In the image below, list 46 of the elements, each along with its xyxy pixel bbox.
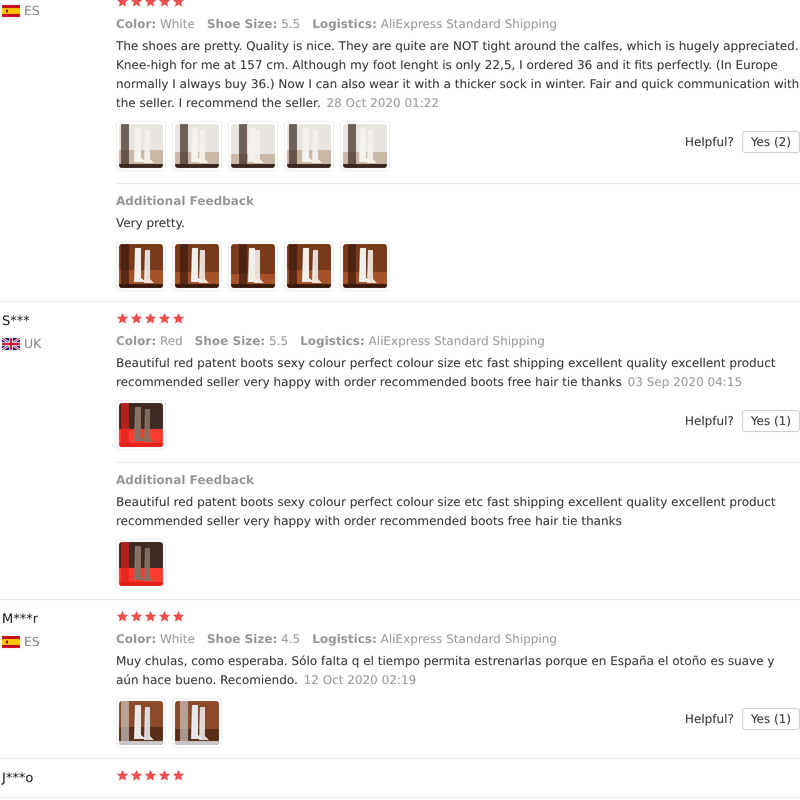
star-icon [158, 312, 171, 325]
star-icon [144, 610, 157, 623]
attribute-text: Logistics: AliExpress Standard Shipping [312, 632, 557, 646]
review-text: Muy chulas, como esperaba. Sólo falta q el tiempo permita estrenarlas porque en España el otoño es suave y aún hace bueno. Recomiendo. 12 Oct 2020 02:19 [116, 653, 776, 689]
flag-icon [2, 338, 20, 350]
section-title: Additional Feedback [116, 473, 255, 487]
helpful-label: Helpful? [684, 135, 734, 149]
helpful-button[interactable]: Yes (1) [742, 708, 800, 730]
review-text: The shoes are pretty. Quality is nice. They are quite are NOT tight around the calfes, which is hugely appreciated. Knee-high for me at 157 cm. Although my foot lenght is only 22,5, I ordered 36 and it fits perfectly. (In Europe normally I always buy 36.) Now I can also wear it with a thicker sock in winter. Fair and quick communication with the seller. I recommend the seller. 28 Oct 2020 01:22 [116, 38, 800, 112]
review-text: Beautiful red patent boots sexy colour perfect colour size etc fast shipping excellent quality excellent product recommended seller very happy with order recommended boots free hair tie thanks 03 Sep 2020 04:15 [116, 355, 777, 391]
attribute-text: Color: White [116, 632, 195, 646]
star-icon [116, 312, 129, 325]
star-icon [158, 769, 171, 782]
star-icon [158, 610, 171, 623]
country-code: ES [24, 634, 40, 649]
attribute-text: Shoe Size: 5.5 [194, 334, 288, 348]
star-icon [130, 610, 143, 623]
star-icon [130, 769, 143, 782]
star-icon [144, 769, 157, 782]
attribute-text: Shoe Size: 5.5 [206, 17, 300, 31]
star-icon [116, 769, 129, 782]
review-text: Very pretty. [116, 215, 186, 232]
attribute-text: Shoe Size: 4.5 [206, 632, 300, 646]
helpful-label: Helpful? [684, 414, 734, 428]
helpful-button[interactable]: Yes (2) [742, 131, 800, 153]
reviewer-name: J***o [2, 771, 34, 787]
star-icon [116, 610, 129, 623]
star-icon [172, 312, 185, 325]
country-code: UK [24, 336, 42, 351]
attribute-text: Color: White [116, 17, 195, 31]
flag-icon [2, 4, 20, 16]
star-icon [144, 312, 157, 325]
star-icon [172, 769, 185, 782]
star-icon [130, 312, 143, 325]
star-icon [172, 610, 185, 623]
country-code: ES [24, 3, 40, 18]
reviewer-name: S*** [2, 314, 31, 330]
helpful-label: Helpful? [684, 712, 734, 726]
review-text: Beautiful red patent boots sexy colour perfect colour size etc fast shipping excellent quality excellent product recommended seller very happy with order recommended boots free hair tie thanks [116, 494, 777, 530]
section-title: Additional Feedback [116, 194, 255, 208]
attribute-text: Logistics: AliExpress Standard Shipping [300, 334, 545, 348]
attribute-text: Logistics: AliExpress Standard Shipping [312, 17, 557, 31]
flag-icon [2, 636, 20, 648]
reviewer-name: M***r [2, 612, 40, 628]
attribute-text: Color: Red [116, 334, 183, 348]
helpful-button[interactable]: Yes (1) [742, 410, 800, 432]
